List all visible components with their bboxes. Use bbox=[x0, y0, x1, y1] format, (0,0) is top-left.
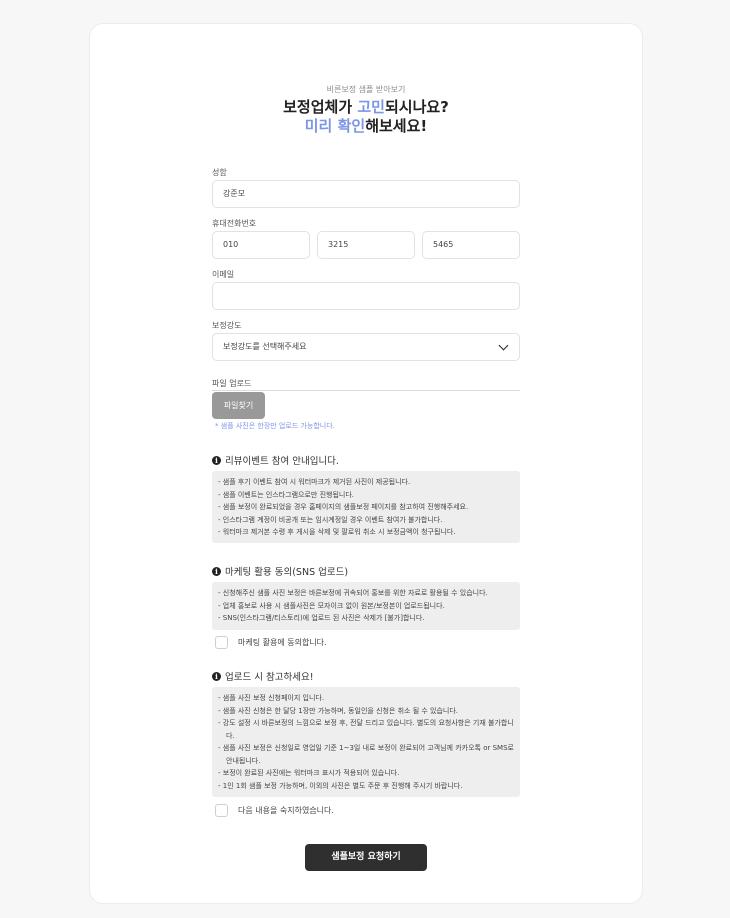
email-label: 이메일 bbox=[212, 270, 235, 279]
title-line2-highlight: 미리 확인 bbox=[304, 117, 366, 135]
page-title: 보정업체가 고민되시나요? 미리 확인해보세요! bbox=[90, 98, 642, 136]
phone-label: 휴대전화번호 bbox=[212, 219, 257, 228]
list-item: 1인 1회 샘플 보정 가능하며, 이외의 사진은 별도 주문 후 진행해 주시… bbox=[218, 780, 514, 793]
title-line1-highlight: 고민 bbox=[357, 98, 385, 116]
title-line1-pre: 보정업체가 bbox=[283, 98, 358, 116]
file-upload-button[interactable]: 파일찾기 bbox=[212, 392, 265, 419]
notice-ack-checkbox[interactable] bbox=[215, 804, 228, 817]
page-subtitle: 비른보정 샘플 받아보기 bbox=[326, 85, 406, 94]
marketing-consent-label[interactable]: 마케팅 활용에 동의합니다. bbox=[238, 637, 327, 648]
review-section-title: i 리뷰이벤트 참여 안내입니다. bbox=[212, 453, 339, 467]
upload-divider bbox=[212, 390, 520, 391]
list-item: 인스타그램 계정이 비공개 또는 임시계정일 경우 이벤트 참여가 불가합니다. bbox=[218, 514, 514, 527]
notice-ack-label[interactable]: 다음 내용을 숙지하였습니다. bbox=[238, 805, 334, 816]
form-card: 비른보정 샘플 받아보기 보정업체가 고민되시나요? 미리 확인해보세요! 성함… bbox=[89, 23, 643, 904]
chevron-down-icon bbox=[498, 340, 509, 350]
marketing-section-title-text: 마케팅 활용 동의(SNS 업로드) bbox=[225, 567, 349, 578]
list-item: 샘플 사진 보정은 신청일로 영업일 기준 1~3일 내로 보정이 완료되어 고… bbox=[218, 742, 514, 767]
info-icon: i bbox=[212, 455, 221, 465]
review-section-title-text: 리뷰이벤트 참여 안내입니다. bbox=[225, 456, 339, 467]
list-item: 워터마크 제거본 수령 후 게시을 삭제 및 팔로워 취소 시 보정금액이 청구… bbox=[218, 526, 514, 539]
name-field[interactable]: 강준모 bbox=[212, 180, 520, 208]
notice-section-title-text: 업로드 시 참고하세요! bbox=[225, 672, 314, 683]
list-item: SNS(인스타그램/티스토리)에 업로드 된 사진은 삭제가 [불가]합니다. bbox=[218, 612, 514, 625]
email-field[interactable] bbox=[212, 282, 520, 310]
notice-info-box: 샘플 사진 보정 신청페이지 입니다. 샘플 사진 신청은 한 달당 1장만 가… bbox=[212, 687, 520, 797]
strength-select-value: 보정강도를 선택해주세요 bbox=[223, 342, 307, 351]
marketing-consent-row[interactable]: 마케팅 활용에 동의합니다. bbox=[215, 636, 327, 649]
marketing-section-title: i 마케팅 활용 동의(SNS 업로드) bbox=[212, 564, 348, 578]
list-item: 샘플 보정이 완료되었을 경우 홈페이지의 샘플보정 페이지를 참고하여 진행해… bbox=[218, 501, 514, 514]
name-label: 성함 bbox=[212, 168, 227, 177]
list-item: 강도 설정 시 바른보정의 느낌으로 보정 후, 전달 드리고 있습니다. 별도… bbox=[218, 717, 514, 742]
info-icon: i bbox=[212, 671, 221, 681]
list-item: 샘플 사진 신청은 한 달당 1장만 가능하며, 동일인을 신청은 취소 될 수… bbox=[218, 705, 514, 718]
list-item: 신청해주신 샘플 사진 보정은 바른보정에 귀속되어 홍보를 위한 자료로 활용… bbox=[218, 587, 514, 600]
marketing-info-box: 신청해주신 샘플 사진 보정은 바른보정에 귀속되어 홍보를 위한 자료로 활용… bbox=[212, 582, 520, 630]
phone-field-1[interactable]: 010 bbox=[212, 231, 310, 259]
upload-hint: * 샘플 사진은 한장만 업로드 가능합니다. bbox=[215, 422, 335, 430]
title-line2-post: 해보세요! bbox=[365, 117, 428, 135]
title-line1-post: 되시나요? bbox=[384, 98, 449, 116]
list-item: 샘플 사진 보정 신청페이지 입니다. bbox=[218, 692, 514, 705]
list-item: 샘플 이벤트는 인스타그램으로만 진행됩니다. bbox=[218, 489, 514, 502]
strength-label: 보정강도 bbox=[212, 321, 242, 330]
notice-section-title: i 업로드 시 참고하세요! bbox=[212, 669, 314, 683]
phone-field-3[interactable]: 5465 bbox=[422, 231, 520, 259]
list-item: 보정이 완료된 사진에는 워터마크 표시가 적용되어 있습니다. bbox=[218, 767, 514, 780]
phone-field-2[interactable]: 3215 bbox=[317, 231, 415, 259]
submit-button[interactable]: 샘플보정 요청하기 bbox=[305, 844, 427, 871]
marketing-consent-checkbox[interactable] bbox=[215, 636, 228, 649]
notice-ack-row[interactable]: 다음 내용을 숙지하였습니다. bbox=[215, 804, 334, 817]
list-item: 샘플 후기 이벤트 참여 시 워터마크가 제거된 사진이 제공됩니다. bbox=[218, 476, 514, 489]
list-item: 업체 홍보로 사용 시 샘플사진은 모자이크 없이 원본/보정본이 업로드됩니다… bbox=[218, 600, 514, 613]
info-icon: i bbox=[212, 566, 221, 576]
review-info-box: 샘플 후기 이벤트 참여 시 워터마크가 제거된 사진이 제공됩니다. 샘플 이… bbox=[212, 471, 520, 543]
upload-label: 파일 업로드 bbox=[212, 379, 252, 388]
strength-select[interactable]: 보정강도를 선택해주세요 bbox=[212, 333, 520, 361]
